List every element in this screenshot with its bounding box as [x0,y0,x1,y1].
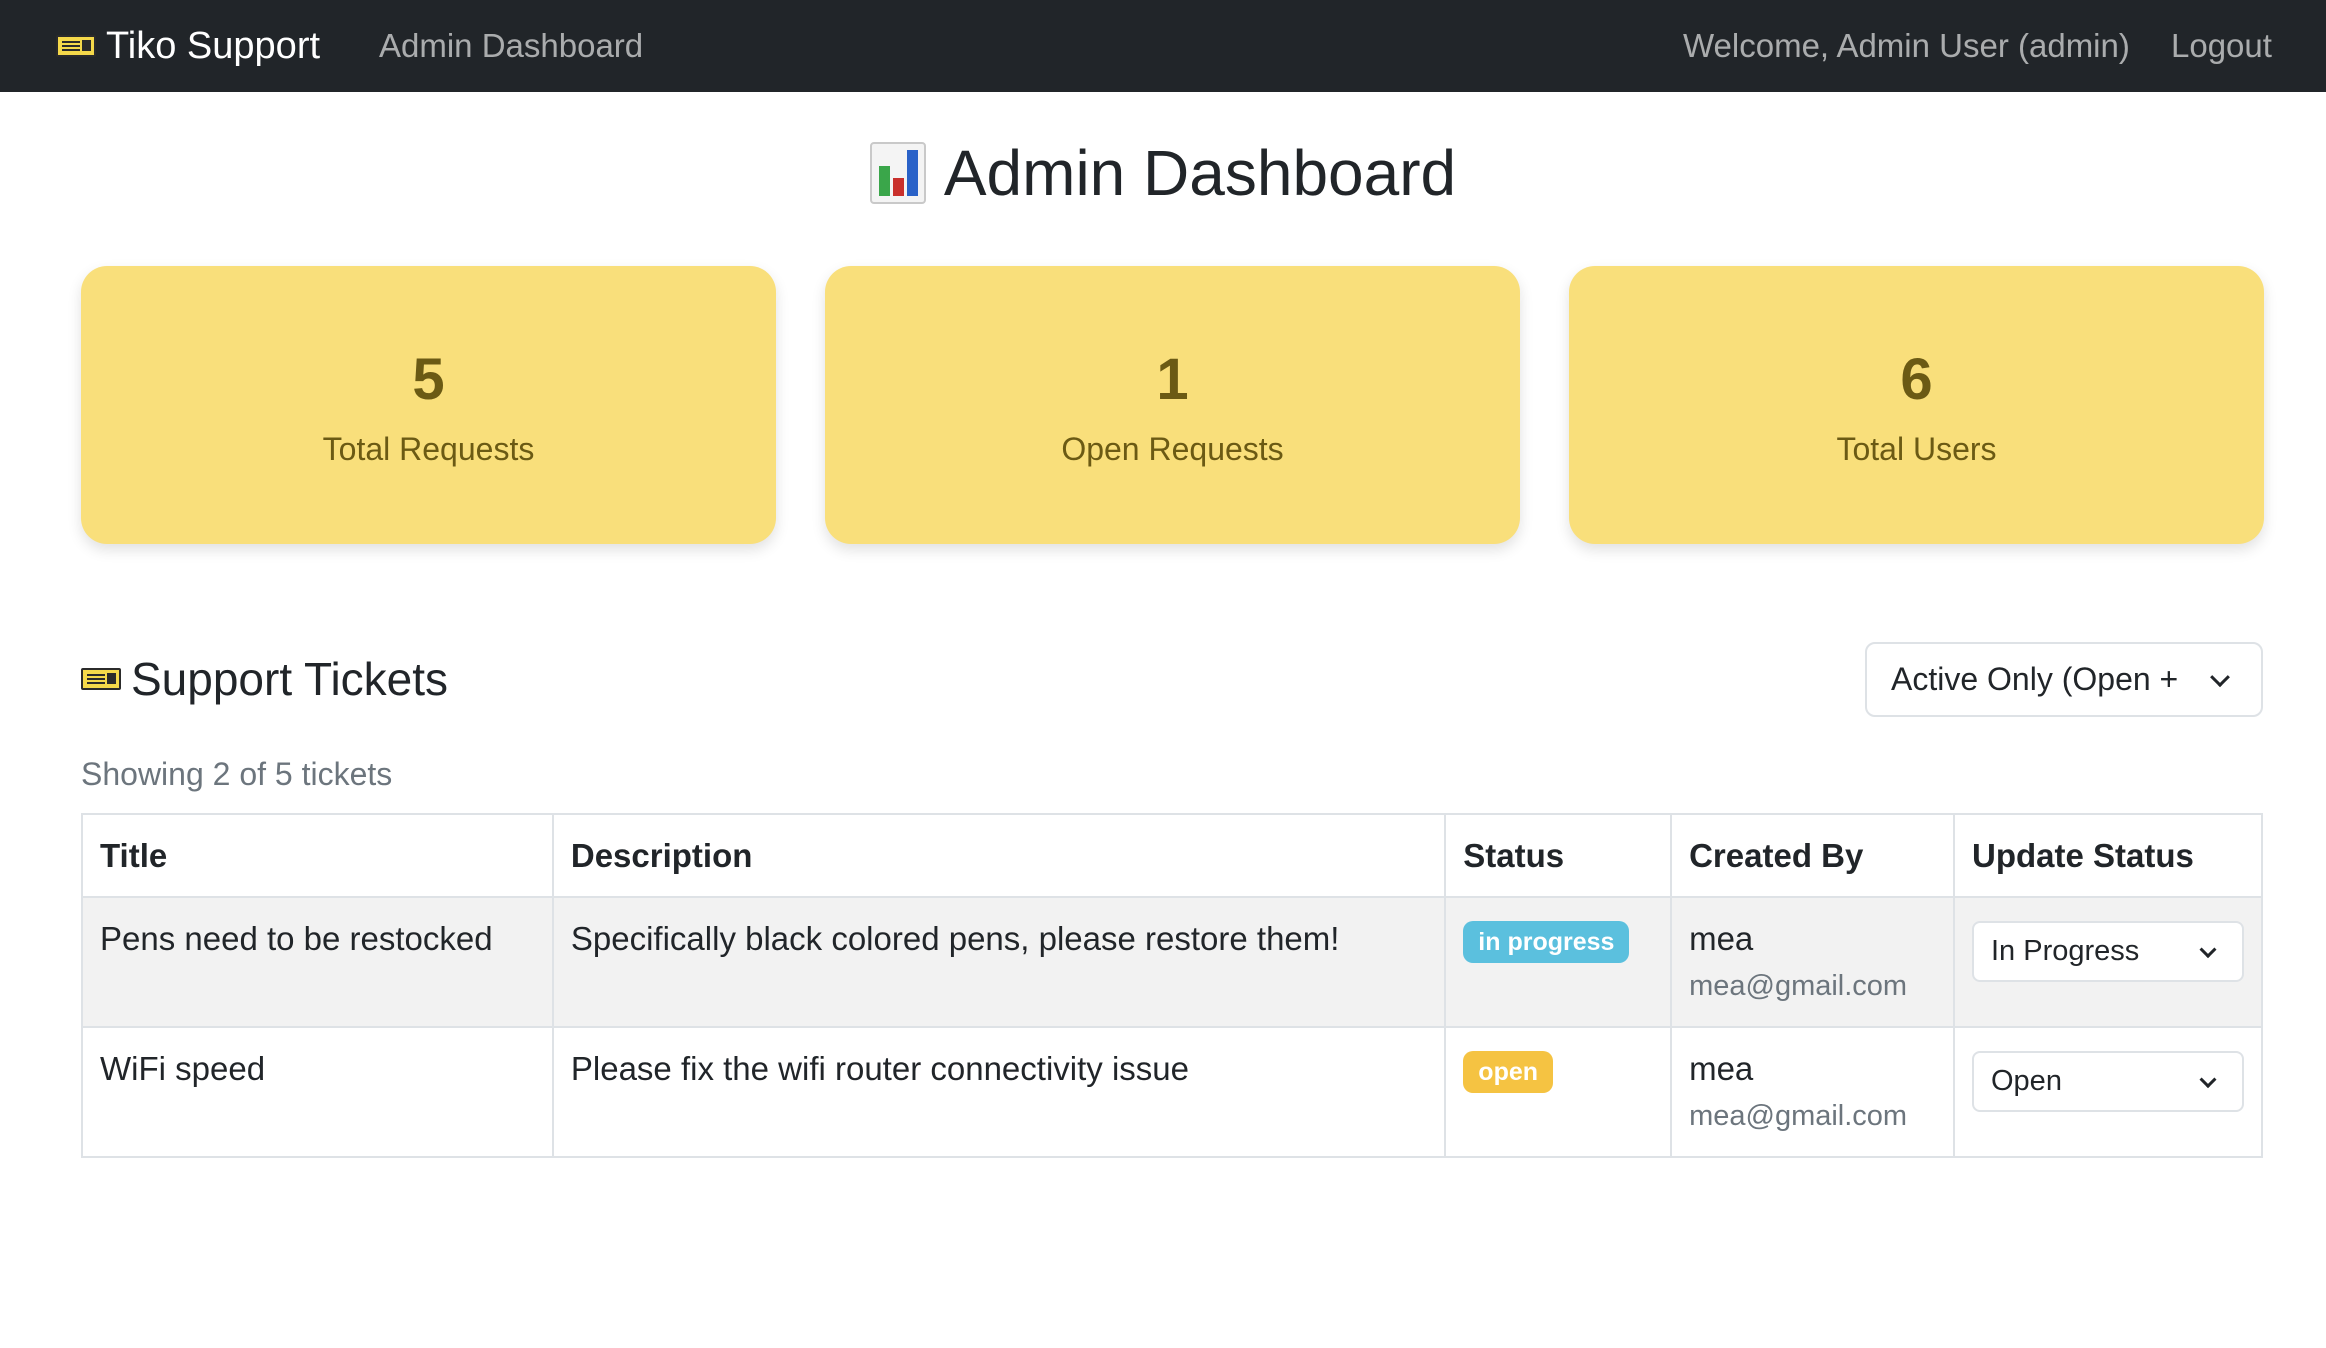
ticket-title: WiFi speed [81,1026,554,1158]
update-status-select[interactable]: In Progress [1972,921,2244,982]
welcome-text: Welcome, Admin User (admin) [1683,27,2130,64]
support-tickets-title: Support Tickets [131,653,449,705]
column-header-title: Title [81,813,554,898]
status-badge: in progress [1463,921,1630,963]
tickets-table: Title Description Status Created By Upda… [81,813,2263,1158]
table-row: Pens need to be restocked Specifically b… [81,896,2263,1028]
stat-value: 6 [1900,346,1933,412]
bar-chart-icon [869,142,926,204]
stat-label: Open Requests [1061,430,1284,467]
column-header-description: Description [551,813,1447,898]
creator-email: mea@gmail.com [1689,970,1908,1002]
column-header-update-status: Update Status [1953,813,2263,898]
ticket-filter-select[interactable]: Active Only (Open + [1865,642,2263,717]
page-title-text: Admin Dashboard [943,137,1457,209]
creator-name: mea [1689,1050,1754,1087]
ticket-title: Pens need to be restocked [81,896,554,1028]
ticket-icon [81,668,121,690]
creator-email: mea@gmail.com [1689,1100,1908,1132]
stat-label: Total Users [1836,430,1997,467]
ticket-update-status-cell: In Progress [1953,896,2263,1028]
ticket-status-cell: open [1444,1026,1673,1158]
ticket-created-by-cell: mea mea@gmail.com [1670,1026,1955,1158]
creator-name: mea [1689,920,1754,957]
stat-card-total-users: 6 Total Users [1569,266,2264,544]
update-status-select[interactable]: Open [1972,1051,2244,1112]
column-header-status: Status [1444,813,1673,898]
stat-card-total-requests: 5 Total Requests [81,266,776,544]
column-header-created-by: Created By [1670,813,1955,898]
stat-value: 1 [1156,346,1189,412]
stat-label: Total Requests [322,430,535,467]
ticket-status-cell: in progress [1444,896,1673,1028]
table-header-row: Title Description Status Created By Upda… [81,813,2263,898]
ticket-created-by-cell: mea mea@gmail.com [1670,896,1955,1028]
ticket-icon [56,35,96,57]
page-title: Admin Dashboard [0,136,2326,210]
ticket-update-status-cell: Open [1953,1026,2263,1158]
ticket-count-text: Showing 2 of 5 tickets [81,756,393,792]
update-status-value: In Progress [1991,935,2140,967]
logout-link[interactable]: Logout [2171,0,2272,92]
stat-card-open-requests: 1 Open Requests [825,266,1520,544]
ticket-description: Specifically black colored pens, please … [551,896,1447,1028]
status-badge: open [1463,1051,1554,1093]
nav-admin-dashboard-link[interactable]: Admin Dashboard [379,0,643,92]
top-navbar: Tiko Support Admin Dashboard Welcome, Ad… [0,0,2326,92]
brand-label: Tiko Support [106,24,321,67]
stat-value: 5 [412,346,445,412]
brand-link[interactable]: Tiko Support [56,0,320,92]
chevron-down-icon [2210,666,2230,687]
table-row: WiFi speed Please fix the wifi router co… [81,1026,2263,1158]
chevron-down-icon [2199,1070,2217,1088]
update-status-value: Open [1991,1065,2062,1097]
filter-selected-value: Active Only (Open + [1891,661,2179,697]
support-tickets-heading: Support Tickets [81,652,448,706]
ticket-description: Please fix the wifi router connectivity … [551,1026,1447,1158]
chevron-down-icon [2199,940,2217,958]
